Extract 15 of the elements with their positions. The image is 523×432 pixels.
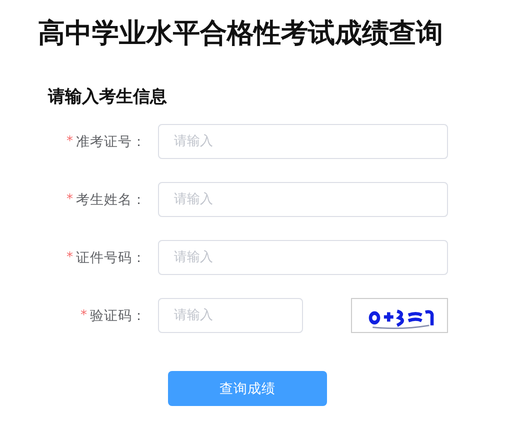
field-label: 考生姓名：: [76, 190, 146, 208]
field-label: 准考证号：: [76, 132, 146, 150]
required-mark: *: [66, 134, 73, 149]
required-mark: *: [66, 250, 73, 265]
input-field[interactable]: 请输入: [158, 124, 448, 159]
field-label: 验证码：: [90, 306, 146, 324]
input-field[interactable]: 请输入: [158, 182, 448, 217]
field-label: 证件号码：: [76, 248, 146, 266]
query-button[interactable]: 查询成绩: [168, 371, 327, 406]
captcha-field[interactable]: 请输入: [158, 298, 303, 333]
required-mark: *: [80, 308, 87, 323]
section-title: 请输入考生信息: [48, 86, 168, 109]
input-field[interactable]: 请输入: [158, 240, 448, 275]
page-title: 高中学业水平合格性考试成绩查询: [38, 17, 444, 51]
required-mark: *: [66, 192, 73, 207]
